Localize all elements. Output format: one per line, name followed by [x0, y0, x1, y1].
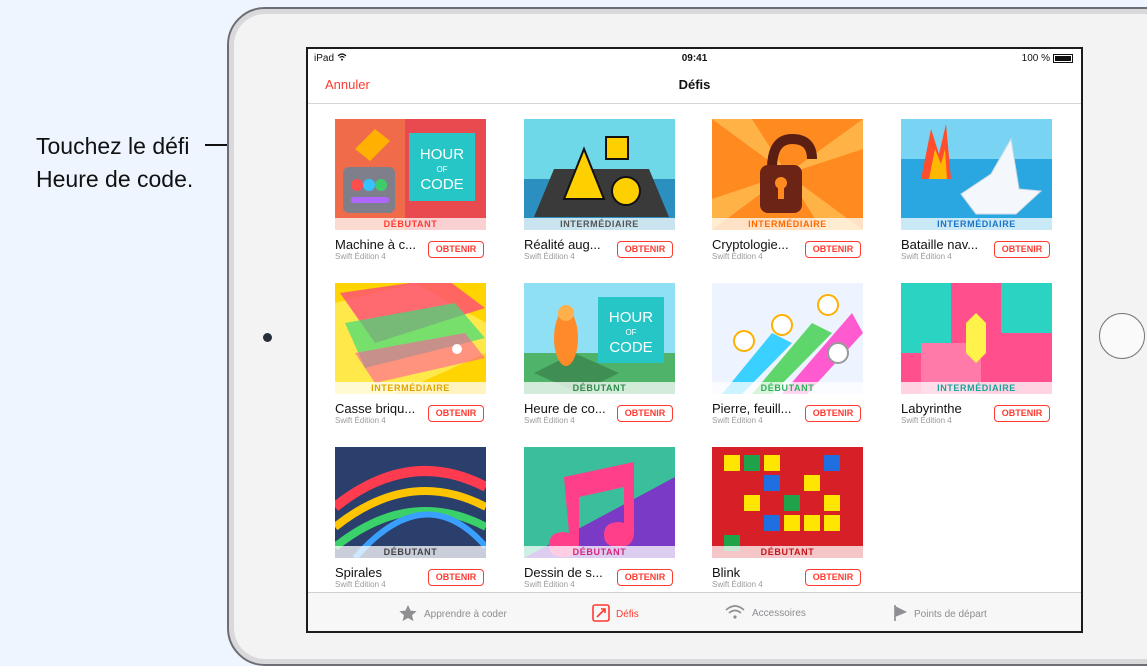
- level-badge: DÉBUTANT: [524, 382, 675, 394]
- get-button[interactable]: OBTENIR: [428, 405, 484, 422]
- callout-line-1: Touchez le défi: [36, 133, 190, 159]
- challenge-thumbnail[interactable]: INTERMÉDIAIRE: [524, 119, 675, 230]
- challenge-edition: Swift Édition 4: [335, 416, 386, 425]
- challenge-thumbnail[interactable]: HOUR OF CODE DÉBUTANT: [524, 283, 675, 394]
- callout-line-2: Heure de code.: [36, 166, 194, 192]
- page-title: Défis: [678, 77, 711, 92]
- challenge-card[interactable]: DÉBUTANT Pierre, feuill... Swift Édition…: [712, 283, 863, 433]
- wifi-icon: [724, 604, 746, 623]
- challenge-title: Machine à c...: [335, 237, 416, 252]
- challenge-thumbnail[interactable]: DÉBUTANT: [712, 447, 863, 558]
- home-button[interactable]: [1099, 313, 1145, 359]
- tab-label: Points de départ: [914, 609, 987, 620]
- get-button[interactable]: OBTENIR: [428, 569, 484, 586]
- tab-bar: Apprendre à coder Défis Accessoires Poin…: [308, 592, 1081, 631]
- svg-text:CODE: CODE: [420, 176, 463, 193]
- challenge-card[interactable]: DÉBUTANT Blink Swift Édition 4 OBTENIR: [712, 447, 863, 597]
- get-button[interactable]: OBTENIR: [428, 241, 484, 258]
- navigation-bar: Annuler Défis: [308, 65, 1081, 104]
- flag-icon: [892, 604, 908, 625]
- get-button[interactable]: OBTENIR: [994, 241, 1050, 258]
- challenge-edition: Swift Édition 4: [335, 580, 386, 589]
- tab-challenges[interactable]: Défis: [592, 604, 639, 625]
- challenge-title: Dessin de s...: [524, 565, 603, 580]
- get-button[interactable]: OBTENIR: [805, 569, 861, 586]
- challenge-card[interactable]: INTERMÉDIAIRE Casse briqu... Swift Éditi…: [335, 283, 486, 433]
- svg-text:OF: OF: [625, 328, 636, 337]
- challenge-card[interactable]: INTERMÉDIAIRE Cryptologie... Swift Éditi…: [712, 119, 863, 269]
- challenge-title: Réalité aug...: [524, 237, 601, 252]
- challenge-edition: Swift Édition 4: [901, 252, 952, 261]
- svg-text:OF: OF: [436, 165, 447, 174]
- tab-learn-to-code[interactable]: Apprendre à coder: [398, 604, 507, 625]
- challenge-card-hour-of-code[interactable]: HOUR OF CODE DÉBUTANT Heure de co... Swi…: [524, 283, 675, 433]
- battery-icon: [1053, 54, 1073, 63]
- tab-accessories[interactable]: Accessoires: [724, 604, 806, 623]
- clock: 09:41: [681, 53, 708, 64]
- tab-label: Accessoires: [752, 608, 806, 619]
- level-badge: DÉBUTANT: [335, 546, 486, 558]
- tab-starting-points[interactable]: Points de départ: [892, 604, 987, 625]
- challenge-thumbnail[interactable]: INTERMÉDIAIRE: [712, 119, 863, 230]
- svg-text:CODE: CODE: [609, 339, 652, 356]
- level-badge: DÉBUTANT: [712, 546, 863, 558]
- ipad-screen: iPad 09:41 100 % Annuler Défis HOUR OF C…: [306, 47, 1083, 633]
- challenge-card[interactable]: DÉBUTANT Dessin de s... Swift Édition 4 …: [524, 447, 675, 597]
- star-icon: [398, 604, 418, 625]
- challenge-title: Labyrinthe: [901, 401, 962, 416]
- callout-text: Touchez le défi Heure de code.: [36, 130, 236, 196]
- challenge-edition: Swift Édition 4: [712, 580, 763, 589]
- challenge-thumbnail[interactable]: DÉBUTANT: [712, 283, 863, 394]
- get-button[interactable]: OBTENIR: [617, 569, 673, 586]
- level-badge: DÉBUTANT: [524, 546, 675, 558]
- challenge-card[interactable]: INTERMÉDIAIRE Labyrinthe Swift Édition 4…: [901, 283, 1052, 433]
- level-badge: INTERMÉDIAIRE: [335, 382, 486, 394]
- challenge-card[interactable]: INTERMÉDIAIRE Réalité aug... Swift Éditi…: [524, 119, 675, 269]
- tab-label: Défis: [616, 609, 639, 620]
- challenge-title: Pierre, feuill...: [712, 401, 792, 416]
- challenge-thumbnail[interactable]: INTERMÉDIAIRE: [901, 119, 1052, 230]
- challenge-edition: Swift Édition 4: [712, 416, 763, 425]
- challenge-title: Casse briqu...: [335, 401, 416, 416]
- svg-text:HOUR: HOUR: [609, 309, 653, 326]
- challenge-title: Heure de co...: [524, 401, 606, 416]
- camera-dot: [263, 333, 272, 342]
- battery-percent: 100 %: [1021, 53, 1050, 64]
- challenge-card[interactable]: DÉBUTANT Spirales Swift Édition 4 OBTENI…: [335, 447, 486, 597]
- challenge-edition: Swift Édition 4: [524, 580, 575, 589]
- challenge-edition: Swift Édition 4: [712, 252, 763, 261]
- challenge-thumbnail[interactable]: DÉBUTANT: [524, 447, 675, 558]
- level-badge: INTERMÉDIAIRE: [901, 382, 1052, 394]
- level-badge: INTERMÉDIAIRE: [712, 218, 863, 230]
- level-badge: DÉBUTANT: [712, 382, 863, 394]
- challenge-title: Bataille nav...: [901, 237, 979, 252]
- get-button[interactable]: OBTENIR: [617, 241, 673, 258]
- challenge-grid: HOUR OF CODE DÉBUTANT Machine à c... Swi…: [308, 104, 1081, 589]
- challenge-edition: Swift Édition 4: [524, 416, 575, 425]
- challenge-card[interactable]: HOUR OF CODE DÉBUTANT Machine à c... Swi…: [335, 119, 486, 269]
- battery-indicator: 100 %: [1022, 53, 1073, 64]
- get-button[interactable]: OBTENIR: [994, 405, 1050, 422]
- challenge-edition: Swift Édition 4: [901, 416, 952, 425]
- get-button[interactable]: OBTENIR: [617, 405, 673, 422]
- get-button[interactable]: OBTENIR: [805, 405, 861, 422]
- challenge-title: Cryptologie...: [712, 237, 789, 252]
- level-badge: INTERMÉDIAIRE: [524, 218, 675, 230]
- challenge-thumbnail[interactable]: DÉBUTANT: [335, 447, 486, 558]
- tab-label: Apprendre à coder: [424, 609, 507, 620]
- challenge-thumbnail[interactable]: HOUR OF CODE DÉBUTANT: [335, 119, 486, 230]
- get-button[interactable]: OBTENIR: [805, 241, 861, 258]
- level-badge: INTERMÉDIAIRE: [901, 218, 1052, 230]
- challenge-edition: Swift Édition 4: [524, 252, 575, 261]
- challenge-title: Blink: [712, 565, 741, 580]
- challenge-icon: [592, 604, 610, 625]
- challenge-thumbnail[interactable]: INTERMÉDIAIRE: [335, 283, 486, 394]
- svg-text:HOUR: HOUR: [420, 146, 464, 163]
- level-badge: DÉBUTANT: [335, 218, 486, 230]
- challenge-edition: Swift Édition 4: [335, 252, 386, 261]
- status-bar: iPad 09:41 100 %: [308, 49, 1081, 65]
- challenge-card[interactable]: INTERMÉDIAIRE Bataille nav... Swift Édit…: [901, 119, 1052, 269]
- challenge-title: Spirales: [335, 565, 382, 580]
- challenge-thumbnail[interactable]: INTERMÉDIAIRE: [901, 283, 1052, 394]
